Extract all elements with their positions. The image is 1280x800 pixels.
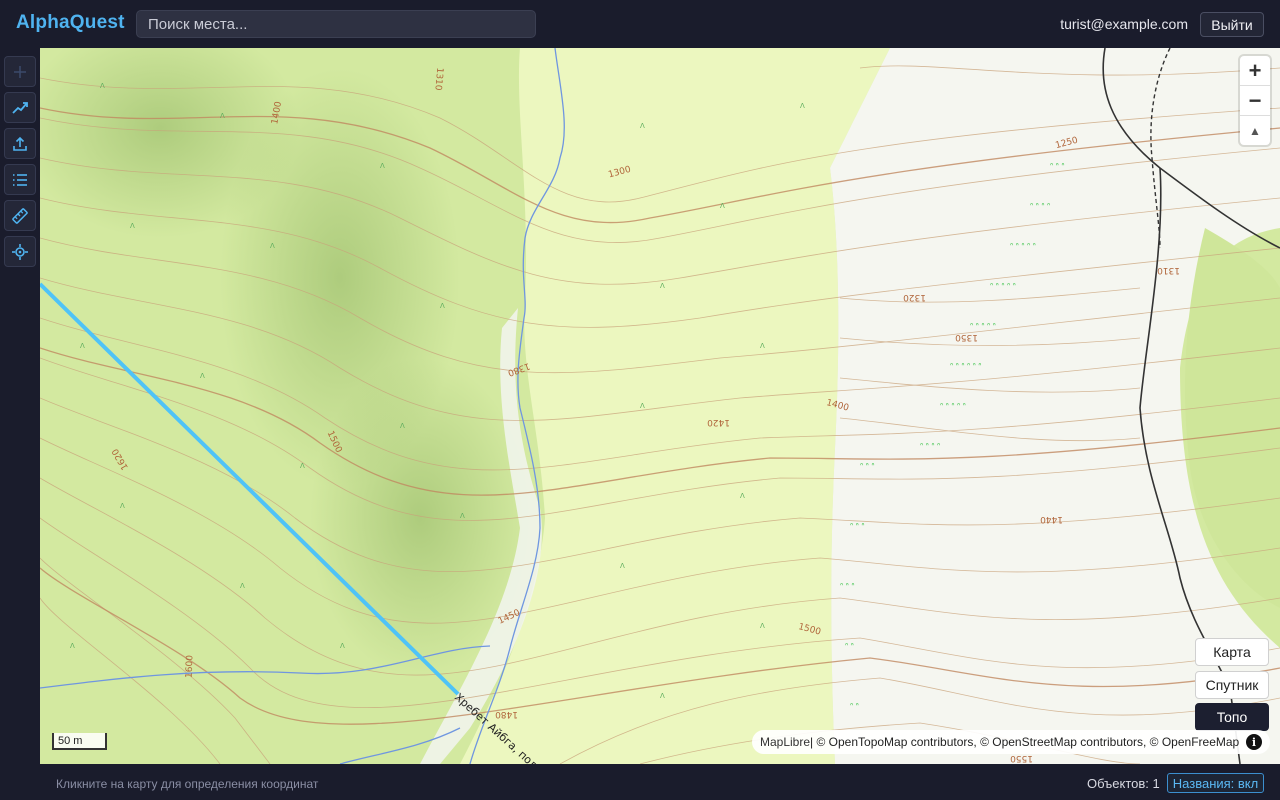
svg-text:ᐱ: ᐱ [460, 512, 465, 520]
svg-text:ᐱ: ᐱ [760, 342, 765, 350]
layer-topo-button[interactable]: Топо [1195, 703, 1269, 731]
ruler-icon [12, 207, 28, 224]
svg-text:ᐢ ᐢ: ᐢ ᐢ [850, 701, 859, 710]
svg-text:ᐱ: ᐱ [100, 82, 105, 90]
compass-icon: ▲ [1249, 123, 1261, 138]
contour-label: 1350 [955, 332, 978, 342]
search-input[interactable] [136, 10, 536, 38]
zoom-out-button[interactable]: − [1240, 86, 1270, 116]
zoom-controls: + − ▲ [1240, 56, 1270, 145]
svg-text:ᐱ: ᐱ [300, 462, 305, 470]
logout-button[interactable]: Выйти [1200, 12, 1264, 37]
info-icon[interactable]: i [1246, 734, 1262, 750]
svg-text:ᐢ ᐢ ᐢ ᐢ: ᐢ ᐢ ᐢ ᐢ [1030, 201, 1050, 210]
svg-text:ᐱ: ᐱ [760, 622, 765, 630]
svg-text:ᐱ: ᐱ [740, 492, 745, 500]
svg-text:ᐢ ᐢ ᐢ ᐢ ᐢ: ᐢ ᐢ ᐢ ᐢ ᐢ [990, 281, 1016, 290]
svg-text:ᐱ: ᐱ [800, 102, 805, 110]
svg-text:ᐱ: ᐱ [440, 302, 445, 310]
tool-sidebar [0, 48, 40, 800]
svg-text:ᐢ ᐢ: ᐢ ᐢ [845, 641, 854, 650]
upload-button[interactable] [4, 128, 36, 159]
svg-text:ᐱ: ᐱ [270, 242, 275, 250]
svg-text:ᐢ ᐢ ᐢ ᐢ ᐢ: ᐢ ᐢ ᐢ ᐢ ᐢ [1010, 241, 1036, 250]
svg-text:ᐱ: ᐱ [660, 282, 665, 290]
zoom-in-button[interactable]: + [1240, 56, 1270, 86]
route-button[interactable] [4, 92, 36, 123]
svg-text:ᐢ ᐢ ᐢ ᐢ ᐢ: ᐢ ᐢ ᐢ ᐢ ᐢ [970, 321, 996, 330]
svg-text:ᐱ: ᐱ [660, 692, 665, 700]
maplibre-link[interactable]: MapLibre [760, 735, 810, 749]
svg-text:ᐢ ᐢ ᐢ: ᐢ ᐢ ᐢ [1050, 161, 1064, 170]
user-email: turist@example.com [1060, 16, 1188, 32]
contour-label: 1310 [432, 67, 444, 91]
svg-text:ᐱ: ᐱ [640, 122, 645, 130]
svg-text:ᐱ: ᐱ [220, 112, 225, 120]
svg-text:ᐱ: ᐱ [120, 502, 125, 510]
svg-text:ᐢ ᐢ ᐢ: ᐢ ᐢ ᐢ [860, 461, 874, 470]
svg-text:ᐱ: ᐱ [70, 642, 75, 650]
upload-icon [13, 136, 27, 151]
svg-text:ᐢ ᐢ ᐢ ᐢ ᐢ ᐢ: ᐢ ᐢ ᐢ ᐢ ᐢ ᐢ [950, 361, 981, 370]
route-icon [12, 101, 28, 114]
svg-text:ᐱ: ᐱ [640, 402, 645, 410]
svg-text:ᐱ: ᐱ [400, 422, 405, 430]
compass-button[interactable]: ▲ [1240, 116, 1270, 145]
contour-label: 1440 [1040, 514, 1063, 524]
status-bar: Кликните на карту для определения коорди… [40, 764, 1280, 800]
contour-label: 1480 [495, 709, 518, 719]
svg-text:ᐱ: ᐱ [80, 342, 85, 350]
status-hint: Кликните на карту для определения коорди… [56, 777, 319, 791]
svg-text:ᐱ: ᐱ [240, 582, 245, 590]
contour-label: 1550 [1010, 753, 1033, 763]
contour-label: 1320 [903, 292, 926, 302]
svg-text:ᐱ: ᐱ [620, 562, 625, 570]
svg-text:ᐢ ᐢ ᐢ: ᐢ ᐢ ᐢ [840, 581, 854, 590]
list-icon [13, 173, 27, 186]
locate-button[interactable] [4, 236, 36, 267]
map-attribution: MapLibre | © OpenTopoMap contributors, ©… [752, 730, 1270, 754]
svg-text:ᐱ: ᐱ [380, 162, 385, 170]
add-point-button[interactable] [4, 56, 36, 87]
attribution-text[interactable]: | © OpenTopoMap contributors, © OpenStre… [810, 735, 1239, 749]
layer-satellite-button[interactable]: Спутник [1195, 671, 1269, 699]
svg-text:ᐱ: ᐱ [720, 202, 725, 210]
ruler-button[interactable] [4, 200, 36, 231]
svg-text:ᐢ ᐢ ᐢ ᐢ ᐢ: ᐢ ᐢ ᐢ ᐢ ᐢ [940, 401, 966, 410]
svg-text:ᐢ ᐢ ᐢ: ᐢ ᐢ ᐢ [850, 521, 864, 530]
svg-text:ᐱ: ᐱ [200, 372, 205, 380]
app-logo[interactable]: AlphaQuest [16, 12, 125, 34]
svg-text:ᐢ ᐢ ᐢ ᐢ: ᐢ ᐢ ᐢ ᐢ [920, 441, 940, 450]
names-toggle-button[interactable]: Названия: вкл [1167, 773, 1264, 793]
plus-icon [14, 65, 26, 78]
svg-text:ᐱ: ᐱ [340, 642, 345, 650]
list-button[interactable] [4, 164, 36, 195]
locate-icon [12, 243, 28, 260]
object-count: Объектов: 1 [1087, 776, 1160, 791]
layer-map-button[interactable]: Карта [1195, 638, 1269, 666]
top-bar: AlphaQuest turist@example.com Выйти [0, 0, 1280, 48]
contour-label: 1420 [707, 417, 730, 427]
contour-label: 1310 [1157, 265, 1180, 275]
svg-text:ᐱ: ᐱ [130, 222, 135, 230]
topo-map: ᐱ ᐱ ᐱ ᐱ ᐱ ᐱ ᐱ ᐱ ᐱ ᐱ ᐱ ᐱ ᐱ ᐱ ᐱ ᐱ ᐱ ᐱ ᐱ ᐱ ᐱ ᐱ ᐱ ᐱ ᐱ ᐢ ᐢ ᐢ ᐢ ᐢ ᐢ ᐢ ᐢ … [40, 48, 1280, 764]
scale-bar: 50 m [52, 733, 107, 750]
contour-label: 1600 [185, 655, 196, 679]
map-canvas[interactable]: ᐱ ᐱ ᐱ ᐱ ᐱ ᐱ ᐱ ᐱ ᐱ ᐱ ᐱ ᐱ ᐱ ᐱ ᐱ ᐱ ᐱ ᐱ ᐱ ᐱ ᐱ ᐱ ᐱ ᐱ ᐱ ᐢ ᐢ ᐢ ᐢ ᐢ ᐢ ᐢ ᐢ … [40, 48, 1280, 764]
